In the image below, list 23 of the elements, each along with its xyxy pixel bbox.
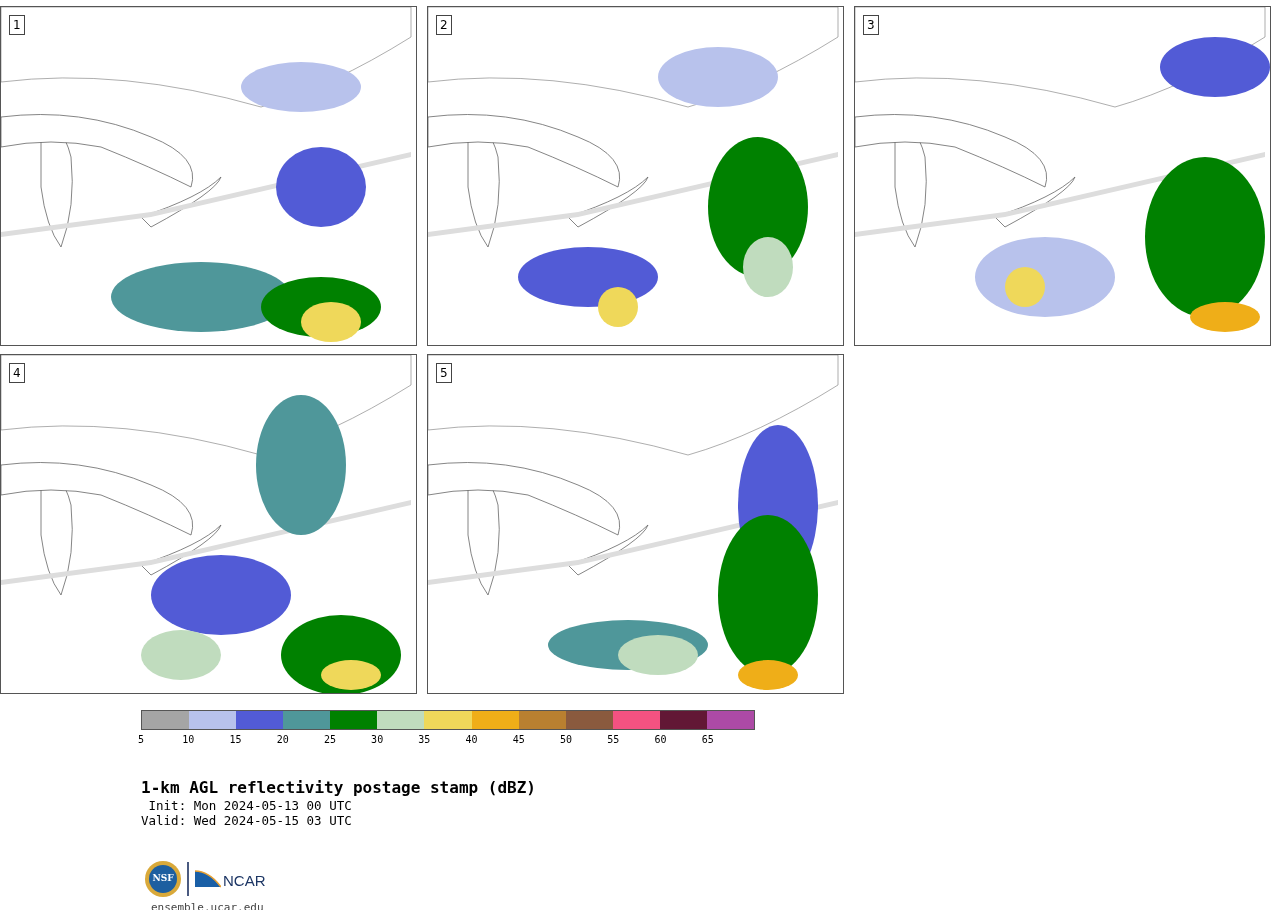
ncar-logo: NCAR <box>195 869 266 889</box>
tick-label: 15 <box>229 733 242 747</box>
tick-label: 20 <box>276 733 289 747</box>
panel-number: 4 <box>9 363 25 383</box>
panel-number: 5 <box>436 363 452 383</box>
tick-label: 45 <box>512 733 525 747</box>
panel-number: 2 <box>436 15 452 35</box>
tick-label: 55 <box>607 733 620 747</box>
tick-label: 60 <box>654 733 667 747</box>
tick-label: 50 <box>560 733 573 747</box>
nsf-logo: NSF <box>145 861 181 897</box>
tick-label: 40 <box>465 733 478 747</box>
tick-label: 35 <box>418 733 431 747</box>
tick-label: 5 <box>138 733 144 747</box>
tick-label: 30 <box>371 733 384 747</box>
chart-title: 1-km AGL reflectivity postage stamp (dBZ) <box>141 778 537 798</box>
valid-time: Valid: Wed 2024-05-15 03 UTC <box>141 813 353 828</box>
init-time: Init: Mon 2024-05-13 00 UTC <box>147 798 353 813</box>
tick-label: 25 <box>323 733 336 747</box>
tick-label: 65 <box>701 733 714 747</box>
panel-number: 1 <box>9 15 25 35</box>
panel-number: 3 <box>863 15 879 35</box>
tick-label: 10 <box>182 733 195 747</box>
